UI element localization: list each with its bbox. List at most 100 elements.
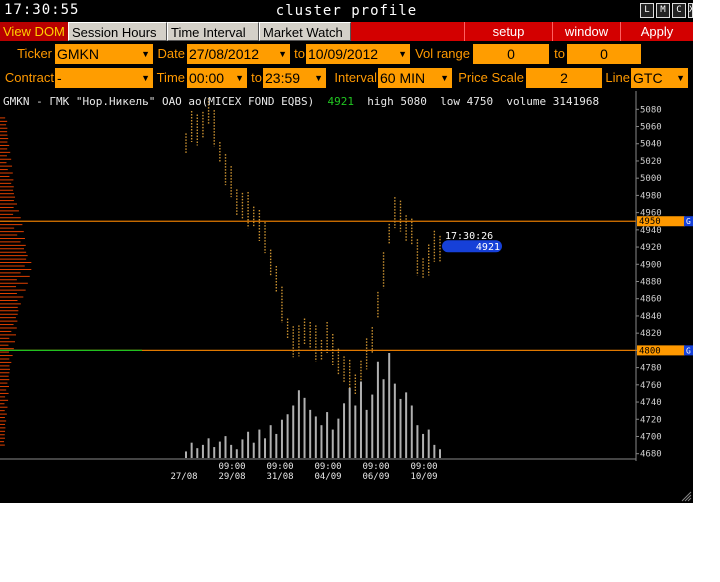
- tab-view-dom[interactable]: View DOM: [0, 22, 68, 41]
- grid-marker-label: G: [686, 346, 691, 355]
- chevron-down-icon: ▼: [398, 49, 407, 59]
- y-tick-label: 4720: [640, 415, 662, 425]
- cluster-chart: 4680 4700 4720 4740 4760 4780 4800 4820 4840 4860…: [0, 91, 693, 503]
- interval-value: 60 MIN: [380, 70, 426, 86]
- x-tick-label-date: 31/08: [266, 472, 293, 482]
- x-tick-label-date: 10/09: [410, 472, 437, 482]
- y-tick-label: 4860: [640, 295, 662, 305]
- chevron-down-icon: ▼: [141, 49, 150, 59]
- y-tick-label: 4820: [640, 329, 662, 339]
- date-from-select[interactable]: 27/08/2012 ▼: [187, 44, 290, 64]
- contract-select[interactable]: - ▼: [55, 68, 153, 88]
- close-button[interactable]: X: [688, 3, 693, 18]
- tab-session-hours[interactable]: Session Hours: [68, 22, 167, 41]
- date-label: Date: [157, 46, 185, 61]
- window-title: cluster profile: [275, 3, 418, 19]
- time-from-select[interactable]: 00:00 ▼: [187, 68, 247, 88]
- date-from-value: 27/08/2012: [189, 46, 260, 62]
- lock-window-button[interactable]: L: [640, 3, 654, 18]
- chevron-down-icon: ▼: [676, 73, 685, 83]
- y-tick-label: 4840: [640, 312, 662, 322]
- chevron-down-icon: ▼: [141, 73, 150, 83]
- grid-marker-label: G: [686, 217, 691, 226]
- time-from-value: 00:00: [189, 70, 225, 86]
- line-value: GTC: [633, 70, 663, 86]
- ticker-select[interactable]: GMKN ▼: [55, 44, 153, 64]
- y-tick-label: 5040: [640, 140, 662, 150]
- y-tick-label: 4980: [640, 191, 662, 201]
- y-tick-label: 4920: [640, 243, 662, 253]
- x-tick-label-time: 09:00: [362, 462, 389, 472]
- x-tick-label-date: 04/09: [314, 472, 341, 482]
- gtc-price-label: 4950: [639, 217, 661, 227]
- resize-grip-icon: [687, 497, 692, 502]
- y-tick-label: 4740: [640, 398, 662, 408]
- tab-time-interval[interactable]: Time Interval: [167, 22, 259, 41]
- time-to-select[interactable]: 23:59 ▼: [263, 68, 326, 88]
- chevron-down-icon: ▼: [440, 73, 449, 83]
- volume-label: volume: [506, 95, 547, 108]
- date-to-value: 10/09/2012: [308, 46, 379, 62]
- vol-from-input[interactable]: 0: [473, 44, 549, 64]
- copy-window-button[interactable]: C: [672, 3, 686, 18]
- high-value: 5080: [400, 95, 427, 108]
- y-tick-label: 4780: [640, 364, 662, 374]
- instrument-info: GMKN - ГМК "Нор.Никель" ОАО ао(MICEX FON…: [3, 95, 599, 108]
- time-label: Time: [156, 70, 185, 85]
- price-scale-input[interactable]: 2: [526, 68, 602, 88]
- gtc-price-label: 4800: [639, 346, 661, 356]
- chevron-down-icon: ▼: [278, 49, 287, 59]
- line-select[interactable]: GTC ▼: [631, 68, 688, 88]
- y-tick-label: 4760: [640, 381, 662, 391]
- window-button[interactable]: window: [552, 22, 620, 41]
- y-tick-label: 4680: [640, 450, 662, 460]
- x-tick-label-date: 29/08: [218, 472, 245, 482]
- vol-to-label: to: [554, 46, 565, 61]
- y-tick-label: 5060: [640, 123, 662, 133]
- y-tick-label: 4880: [640, 278, 662, 288]
- time-to-value: 23:59: [265, 70, 301, 86]
- cursor-price-label: 4921: [476, 242, 500, 253]
- interval-select[interactable]: 60 MIN ▼: [378, 68, 452, 88]
- line-label: Line: [605, 70, 630, 85]
- x-tick-label-date: 06/09: [362, 472, 389, 482]
- apply-button[interactable]: Apply: [620, 22, 693, 41]
- last-price: 4921: [327, 95, 355, 108]
- y-tick-label: 5080: [640, 105, 662, 115]
- x-tick-label-time: 09:00: [410, 462, 437, 472]
- vol-to-input[interactable]: 0: [567, 44, 641, 64]
- x-tick-label-time: 09:00: [266, 462, 293, 472]
- date-to-label: to: [294, 46, 305, 61]
- price-scale-label: Price Scale: [458, 70, 524, 85]
- instrument-name: GMKN - ГМК "Нор.Никель" ОАО ао(MICEX FON…: [3, 95, 315, 108]
- resize-grip-icon: [684, 494, 692, 502]
- y-tick-label: 4900: [640, 260, 662, 270]
- ticker-label: Ticker: [17, 46, 52, 61]
- params-row-1: Ticker GMKN ▼ Date 27/08/2012 ▼ to 10/09…: [0, 41, 693, 65]
- volume-value: 3141968: [552, 95, 600, 108]
- y-tick-label: 4940: [640, 226, 662, 236]
- y-tick-label: 5000: [640, 174, 662, 184]
- minimize-button[interactable]: M: [656, 3, 670, 18]
- vol-range-label: Vol range: [415, 46, 470, 61]
- interval-label: Interval: [334, 70, 377, 85]
- low-label: low: [440, 95, 461, 108]
- app-window: 17:30:55 cluster profile L M C X View DO…: [0, 0, 693, 503]
- x-tick-label-date: 27/08: [170, 472, 197, 482]
- ticker-value: GMKN: [57, 46, 99, 62]
- menu-bar: View DOM Session Hours Time Interval Mar…: [0, 22, 693, 41]
- high-label: high: [367, 95, 394, 108]
- date-to-select[interactable]: 10/09/2012 ▼: [306, 44, 410, 64]
- y-tick-label: 4700: [640, 432, 662, 442]
- contract-value: -: [57, 70, 62, 86]
- time-to-label: to: [251, 70, 262, 85]
- chart-canvas[interactable]: 4680 4700 4720 4740 4760 4780 4800 4820 4840 4860…: [0, 91, 693, 503]
- contract-label: Contract: [4, 70, 54, 85]
- chevron-down-icon: ▼: [235, 73, 244, 83]
- tab-market-watch[interactable]: Market Watch: [259, 22, 351, 41]
- low-value: 4750: [466, 95, 494, 108]
- y-tick-label: 5020: [640, 157, 662, 167]
- x-tick-label-time: 09:00: [314, 462, 341, 472]
- chevron-down-icon: ▼: [314, 73, 323, 83]
- setup-button[interactable]: setup: [464, 22, 552, 41]
